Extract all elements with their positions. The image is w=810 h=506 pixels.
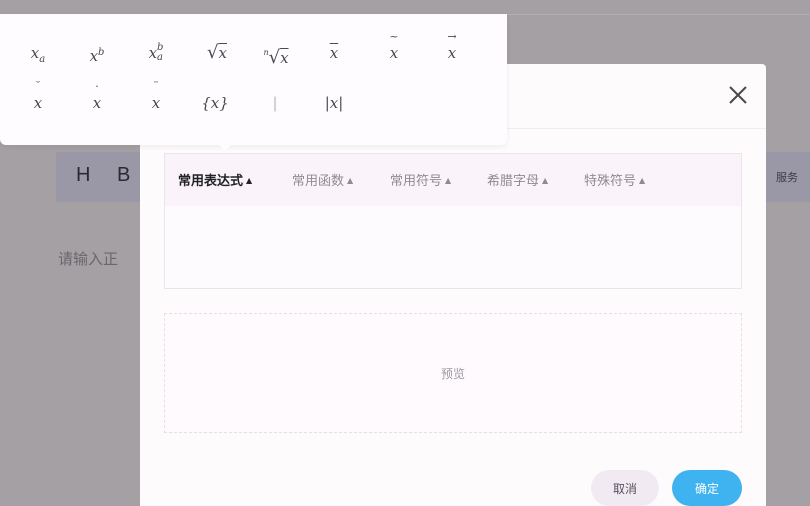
symbol-superscript[interactable]: xb: [69, 38, 125, 68]
close-icon: [729, 86, 747, 104]
symbol-abs[interactable]: |x|: [306, 88, 362, 118]
symbol-vector[interactable]: → x: [424, 31, 480, 68]
symbol-base: x: [89, 47, 99, 65]
dot-mark: ·: [95, 80, 99, 93]
symbol-accent: ¨ x: [151, 81, 161, 118]
expression-popover: xa xb xb a √x n√x x ~ x → x ˘ x · x ¨ x {x} | …: [0, 14, 507, 151]
symbol-dot[interactable]: · x: [69, 81, 125, 118]
symbol-sub: a: [157, 52, 163, 63]
symbol-base: x: [218, 44, 227, 62]
close-button[interactable]: [726, 83, 750, 107]
symbol-breve[interactable]: ˘ x: [10, 81, 66, 118]
formula-editor-panel: 常用表达式 ▲ 常用函数 ▲ 常用符号 ▲ 希腊字母 ▲ 特殊符号 ▲: [164, 153, 742, 289]
symbol-accent: → x: [447, 31, 457, 68]
toolbar-right-label: 服务: [776, 171, 798, 184]
tab-common-functions[interactable]: 常用函数 ▲: [292, 170, 353, 189]
symbol-base: x: [447, 44, 457, 62]
symbol-accent: · x: [92, 81, 102, 118]
caret-up-icon: ▲: [445, 176, 452, 185]
symbol-subscript[interactable]: xa: [10, 38, 66, 68]
tab-label: 常用表达式: [178, 174, 244, 189]
popover-arrow: [217, 143, 233, 151]
tab-greek-letters[interactable]: 希腊字母 ▲: [487, 170, 548, 189]
symbol-base: x: [151, 94, 161, 112]
tab-special-symbols[interactable]: 特殊符号 ▲: [584, 170, 645, 189]
editor-placeholder: 请输入正: [58, 250, 119, 268]
preview-label: 预览: [440, 367, 465, 381]
symbol-accent: ~ x: [389, 31, 399, 68]
tab-common-expressions[interactable]: 常用表达式 ▲: [178, 170, 252, 189]
bold-tool: B: [117, 164, 131, 186]
formula-preview: 预览: [164, 313, 742, 433]
symbol-base: x: [280, 49, 289, 67]
caret-up-icon: ▲: [347, 176, 354, 185]
radical-icon: √: [268, 47, 281, 68]
symbol-text: |: [272, 94, 278, 112]
vector-arrow-icon: →: [447, 30, 457, 43]
symbol-bar[interactable]: x: [306, 38, 362, 68]
symbol-sup: b: [98, 47, 105, 58]
tab-label: 常用符号: [390, 174, 443, 189]
caret-up-icon: ▲: [639, 176, 646, 185]
tilde-mark: ~: [389, 30, 399, 43]
symbol-tilde[interactable]: ~ x: [366, 31, 422, 68]
heading-tool: H: [76, 164, 91, 186]
symbol-base: x: [148, 44, 158, 62]
breve-mark: ˘: [35, 80, 41, 93]
tab-label: 特殊符号: [584, 174, 637, 189]
symbol-base: x: [30, 44, 40, 62]
ddot-mark: ¨: [153, 80, 159, 93]
category-tab-bar: 常用表达式 ▲ 常用函数 ▲ 常用符号 ▲ 希腊字母 ▲ 特殊符号 ▲: [165, 154, 741, 206]
symbol-sqrt[interactable]: √x: [189, 38, 245, 68]
symbol-accent: ˘ x: [33, 81, 43, 118]
tab-common-symbols[interactable]: 常用符号 ▲: [390, 170, 451, 189]
symbol-base: x: [329, 44, 339, 62]
confirm-button[interactable]: 确定: [672, 470, 742, 506]
symbol-sub: a: [39, 54, 46, 65]
symbol-braces[interactable]: {x}: [187, 88, 243, 118]
symbol-base: x: [92, 94, 102, 112]
symbol-base: x: [389, 44, 399, 62]
symbol-pipe[interactable]: |: [247, 88, 303, 118]
tab-label: 希腊字母: [487, 174, 540, 189]
symbol-nthroot[interactable]: n√x: [248, 38, 304, 68]
caret-up-icon: ▲: [246, 175, 253, 185]
radical-icon: √: [207, 42, 219, 63]
symbol-base: x: [33, 94, 43, 112]
symbol-ddot[interactable]: ¨ x: [128, 81, 184, 118]
tab-label: 常用函数: [292, 174, 345, 189]
cancel-button[interactable]: 取消: [591, 470, 659, 506]
symbol-subsup[interactable]: xb a: [128, 38, 184, 68]
caret-up-icon: ▲: [542, 176, 549, 185]
symbol-subsup-stack: ba: [157, 43, 163, 63]
